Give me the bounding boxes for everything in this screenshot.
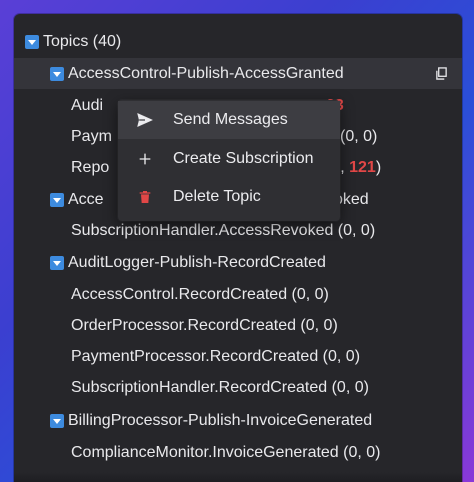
menu-item-send-messages[interactable]: Send Messages bbox=[118, 101, 340, 139]
subscription-label: Audi bbox=[71, 96, 104, 114]
topic-label: AccessControl-Publish-AccessGranted bbox=[68, 64, 344, 82]
subscription-count: (0, 0) bbox=[340, 127, 378, 145]
topic-row-access-granted[interactable]: AccessControl-Publish-AccessGranted bbox=[14, 58, 462, 89]
collapse-toggle-icon[interactable] bbox=[50, 255, 64, 270]
subscription-label: Repo bbox=[71, 158, 110, 176]
menu-item-label: Send Messages bbox=[173, 111, 288, 128]
context-menu: Send Messages Create Subscription Delete… bbox=[118, 100, 340, 221]
subscription-row[interactable]: SubscriptionHandler.RecordCreated (0, 0) bbox=[14, 372, 462, 403]
menu-item-label: Delete Topic bbox=[173, 188, 261, 205]
collapse-toggle-icon[interactable] bbox=[25, 34, 39, 49]
subscription-label: PaymentProcessor.RecordCreated (0, 0) bbox=[71, 347, 361, 365]
subscription-row[interactable]: OrderProcessor.RecordCreated (0, 0) bbox=[14, 310, 462, 341]
subscription-row[interactable]: PaymentProcessor.RecordCreated (0, 0) bbox=[14, 341, 462, 372]
subscription-label: ComplianceMonitor.InvoiceGenerated (0, 0… bbox=[71, 443, 381, 461]
topic-label: BillingProcessor-Publish-InvoiceGenerate… bbox=[68, 411, 373, 429]
menu-item-delete-topic[interactable]: Delete Topic bbox=[118, 178, 340, 216]
topic-actions bbox=[434, 67, 462, 81]
copy-icon[interactable] bbox=[434, 67, 448, 81]
send-icon bbox=[134, 109, 156, 131]
subscription-label: SubscriptionHandler.RecordCreated (0, 0) bbox=[71, 378, 369, 396]
menu-item-create-subscription[interactable]: Create Subscription bbox=[118, 140, 340, 178]
menu-item-label: Create Subscription bbox=[173, 150, 314, 167]
subscription-label: AccessControl.RecordCreated (0, 0) bbox=[71, 285, 329, 303]
topic-row-invoice-generated[interactable]: BillingProcessor-Publish-InvoiceGenerate… bbox=[14, 405, 462, 436]
subscription-row[interactable]: ComplianceMonitor.InvoiceGenerated (0, 0… bbox=[14, 437, 462, 468]
subscription-label: OrderProcessor.RecordCreated (0, 0) bbox=[71, 316, 338, 334]
collapse-toggle-icon[interactable] bbox=[50, 413, 64, 428]
topic-row-record-created[interactable]: AuditLogger-Publish-RecordCreated bbox=[14, 247, 462, 278]
collapse-toggle-icon[interactable] bbox=[50, 192, 64, 207]
subscription-row[interactable]: AccessControl.RecordCreated (0, 0) bbox=[14, 279, 462, 310]
topic-label: Acce bbox=[68, 190, 104, 208]
topics-panel: Topics (40) AccessControl-Publish-Access… bbox=[14, 14, 462, 482]
topic-label: AuditLogger-Publish-RecordCreated bbox=[68, 253, 326, 271]
tree-root-topics[interactable]: Topics (40) bbox=[14, 26, 462, 57]
subscription-label: SubscriptionHandler.AccessRevoked (0, 0) bbox=[71, 221, 376, 239]
collapse-toggle-icon[interactable] bbox=[50, 66, 64, 81]
trash-icon bbox=[134, 186, 156, 208]
plus-icon bbox=[134, 148, 156, 170]
tree-root-label: Topics (40) bbox=[43, 32, 122, 50]
subscription-label: Paym bbox=[71, 127, 112, 145]
panel-bottom-edge bbox=[14, 472, 462, 482]
